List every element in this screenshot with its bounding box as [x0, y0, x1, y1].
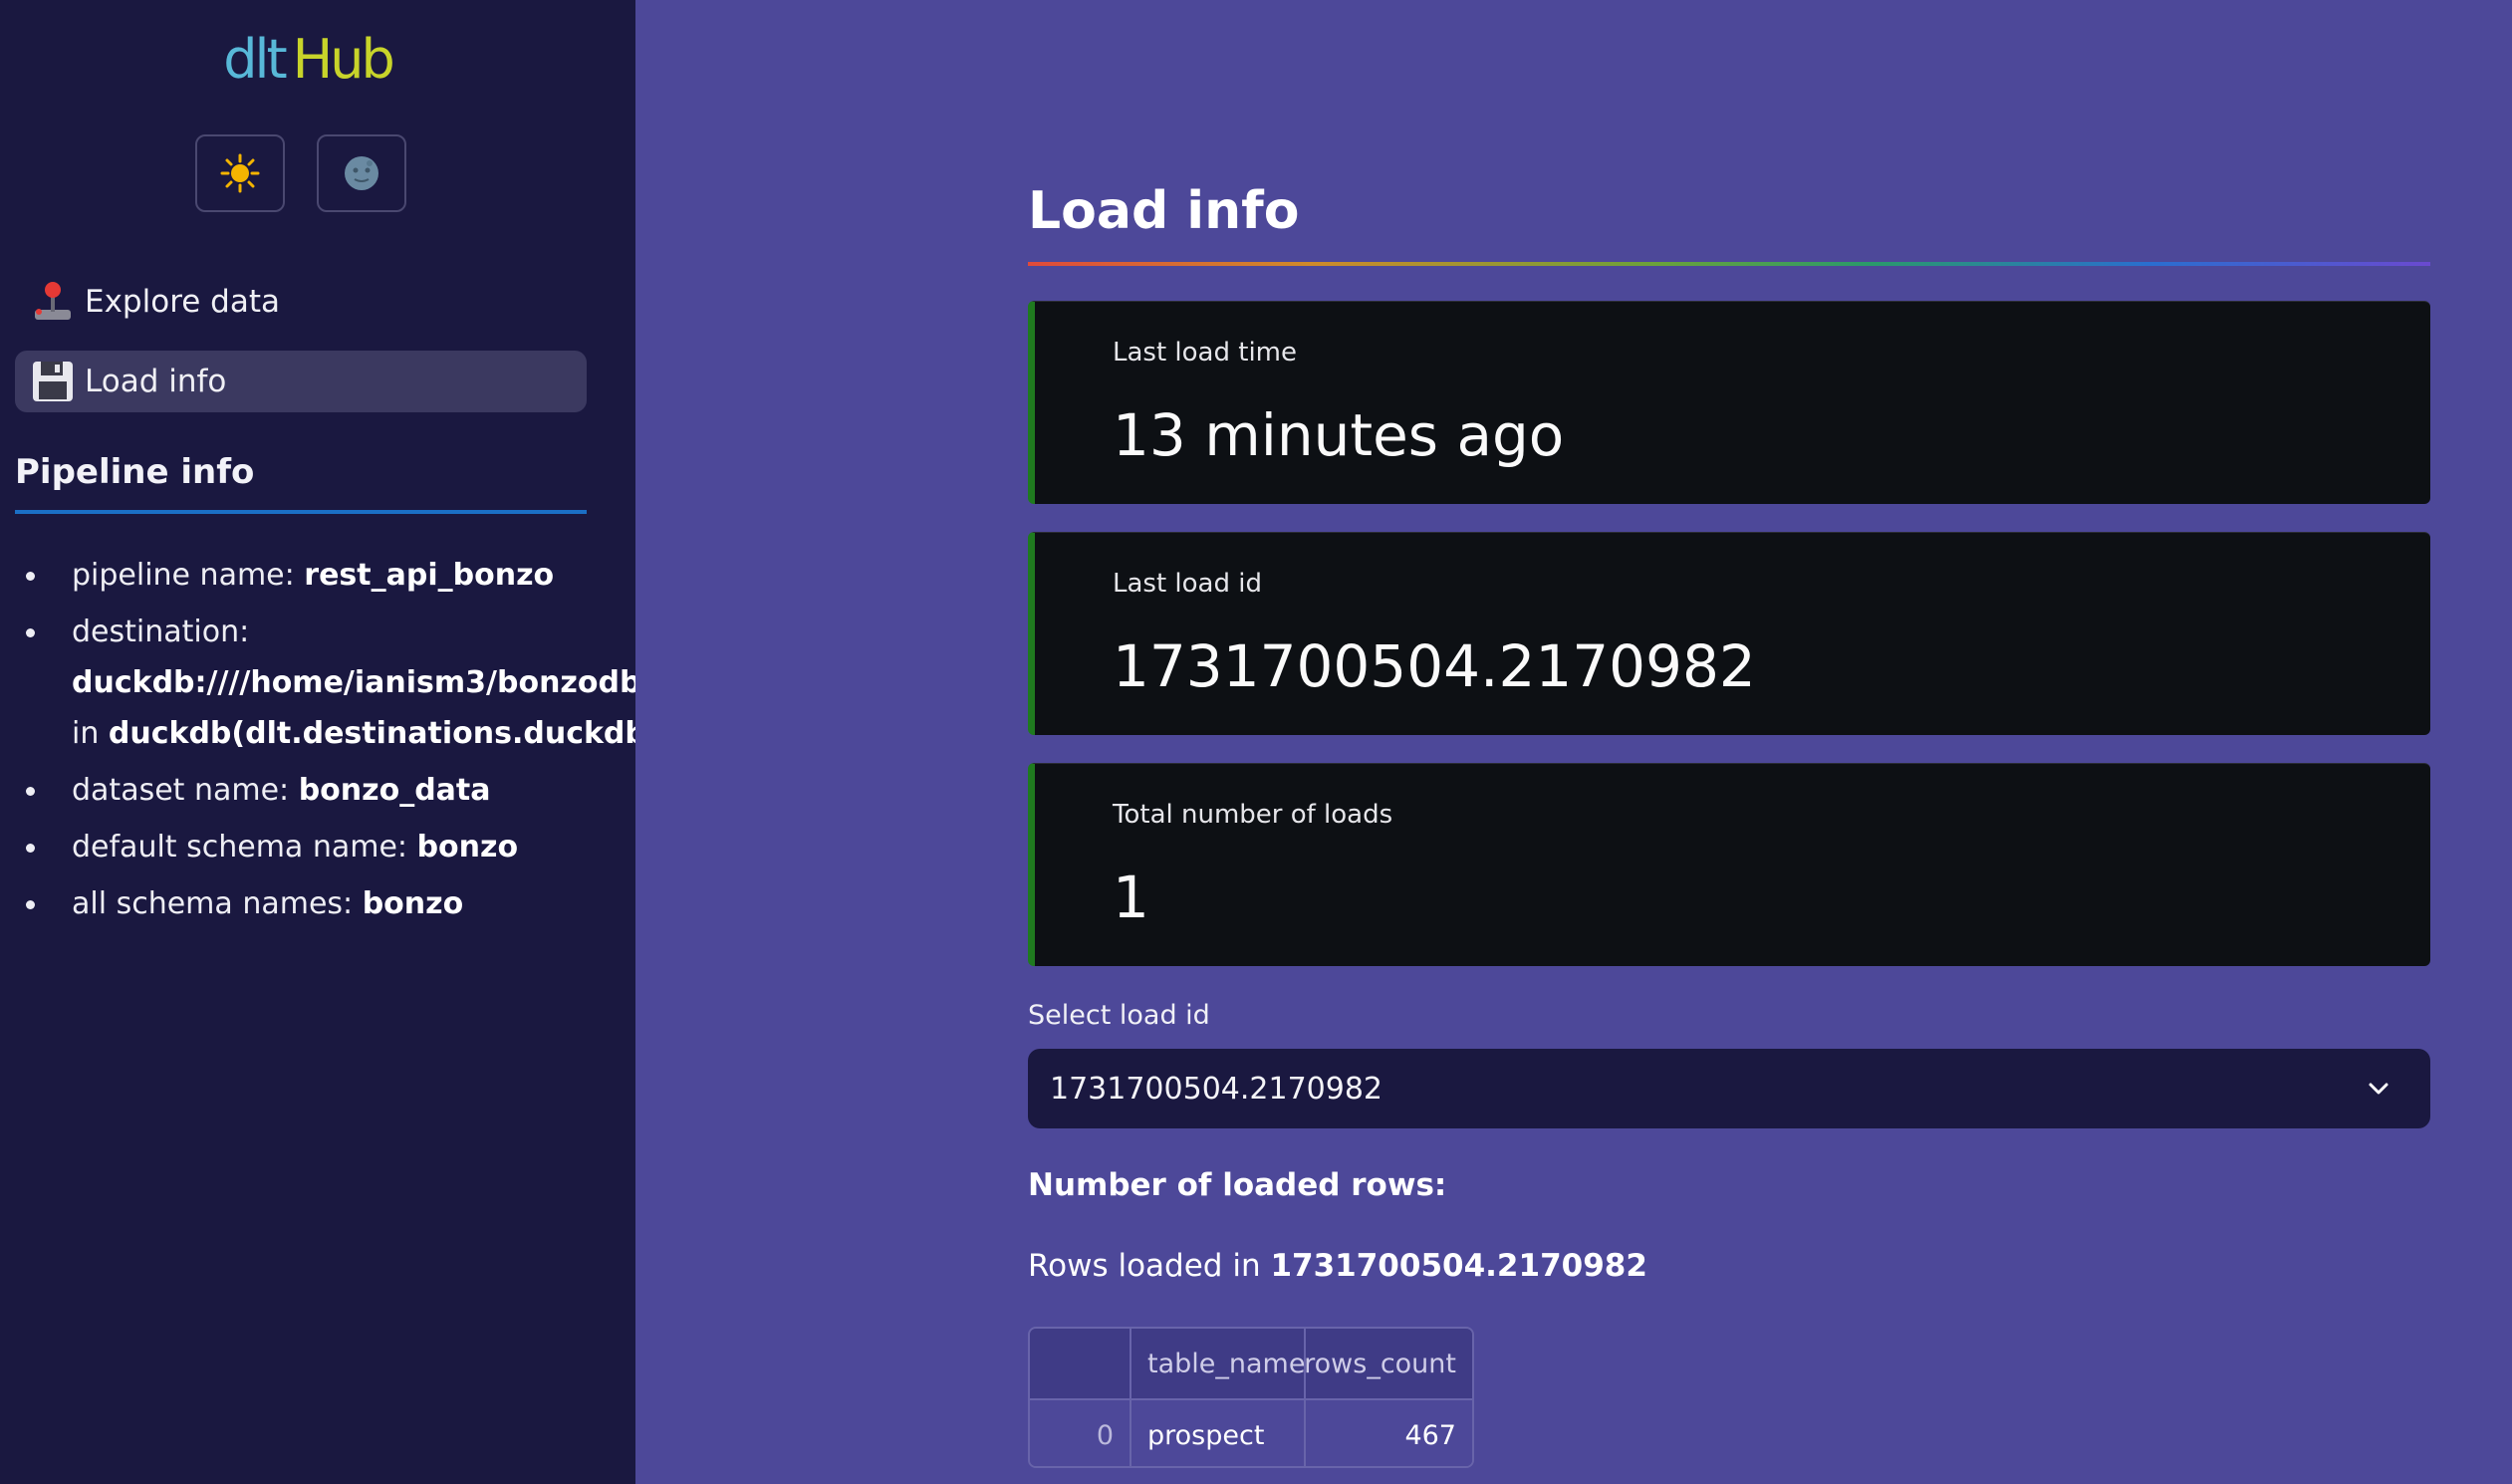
list-item: pipeline name: rest_api_bonzo — [22, 550, 635, 601]
load-id-select[interactable]: 1731700504.2170982 — [1028, 1049, 2430, 1128]
metric-value: 1731700504.2170982 — [1113, 632, 1756, 700]
logo-dlt: dlt — [223, 28, 287, 91]
metric-last-load-id: Last load id 1731700504.2170982 — [1028, 532, 2430, 735]
pipeline-name-label: pipeline name: — [72, 558, 305, 593]
loaded-rows-table: table_name rows_count 0 prospect 467 — [1028, 1327, 1474, 1468]
default-schema-label: default schema name: — [72, 830, 417, 865]
list-item: all schema names: bonzo — [22, 878, 635, 929]
metric-label: Total number of loads — [1113, 800, 1393, 830]
sidebar-item-explore-data[interactable]: Explore data — [15, 271, 587, 333]
table-cell-table-name[interactable]: prospect — [1131, 1400, 1306, 1466]
rows-loaded-caption: Rows loaded in 1731700504.2170982 — [1028, 1248, 1647, 1284]
list-item: destination: duckdb:////home/ianism3/bon… — [22, 607, 635, 759]
moon-icon — [345, 156, 378, 190]
metric-value: 13 minutes ago — [1113, 401, 1565, 469]
metric-total-loads: Total number of loads 1 — [1028, 763, 2430, 966]
pipeline-info-divider — [15, 510, 587, 514]
all-schemas-label: all schema names: — [72, 886, 363, 921]
joystick-icon — [35, 282, 71, 320]
destination-label: destination: — [72, 615, 250, 649]
metric-last-load-time: Last load time 13 minutes ago — [1028, 301, 2430, 504]
sidebar-item-label: Explore data — [85, 284, 281, 320]
metric-value: 1 — [1113, 864, 1149, 931]
page-title: Load info — [1028, 181, 1300, 241]
title-divider — [1028, 262, 2430, 266]
logo-hub: Hub — [292, 28, 395, 91]
light-theme-button[interactable] — [195, 134, 285, 212]
table-row: 0 prospect 467 — [1030, 1398, 1472, 1466]
all-schemas-value: bonzo — [362, 886, 464, 921]
dark-theme-button[interactable] — [317, 134, 406, 212]
default-schema-value: bonzo — [416, 830, 519, 865]
list-item: dataset name: bonzo_data — [22, 765, 635, 816]
table-header-index[interactable] — [1030, 1329, 1131, 1398]
list-item: default schema name: bonzo — [22, 822, 635, 872]
table-header-rows-count[interactable]: rows_count — [1304, 1329, 1472, 1398]
rows-loaded-id: 1731700504.2170982 — [1270, 1248, 1647, 1284]
table-cell-index[interactable]: 0 — [1030, 1400, 1131, 1466]
sun-icon — [220, 153, 260, 193]
dlthub-logo: dlt Hub — [0, 28, 616, 91]
table-cell-rows-count[interactable]: 467 — [1306, 1400, 1472, 1466]
dataset-name-label: dataset name: — [72, 773, 299, 808]
dataset-name-value: bonzo_data — [298, 773, 491, 808]
metric-label: Last load id — [1113, 569, 1262, 599]
destination-in-label: in — [72, 716, 109, 751]
sidebar-item-load-info[interactable]: Load info — [15, 351, 587, 412]
sidebar: dlt Hub Explore data Load info Pipeline … — [0, 0, 635, 1484]
destination-type-value: duckdb(dlt.destinations.duckdb) — [108, 716, 635, 751]
pipeline-info-list: pipeline name: rest_api_bonzo destinatio… — [22, 550, 635, 935]
chevron-down-icon — [2369, 1083, 2388, 1095]
pipeline-name-value: rest_api_bonzo — [304, 558, 555, 593]
select-load-id-label: Select load id — [1028, 1000, 1210, 1031]
rows-loaded-prefix: Rows loaded in — [1028, 1248, 1271, 1284]
loaded-rows-heading: Number of loaded rows: — [1028, 1167, 1447, 1203]
pipeline-info-heading: Pipeline info — [15, 452, 255, 492]
load-id-select-value: 1731700504.2170982 — [1050, 1071, 1383, 1107]
floppy-disk-icon — [33, 362, 73, 401]
table-header-row: table_name rows_count — [1030, 1329, 1472, 1398]
destination-path-value: duckdb:////home/ianism3/bonzodbexplorer — [72, 665, 635, 700]
table-header-table-name[interactable]: table_name — [1131, 1329, 1306, 1398]
sidebar-item-label: Load info — [85, 364, 227, 399]
metric-label: Last load time — [1113, 338, 1297, 368]
